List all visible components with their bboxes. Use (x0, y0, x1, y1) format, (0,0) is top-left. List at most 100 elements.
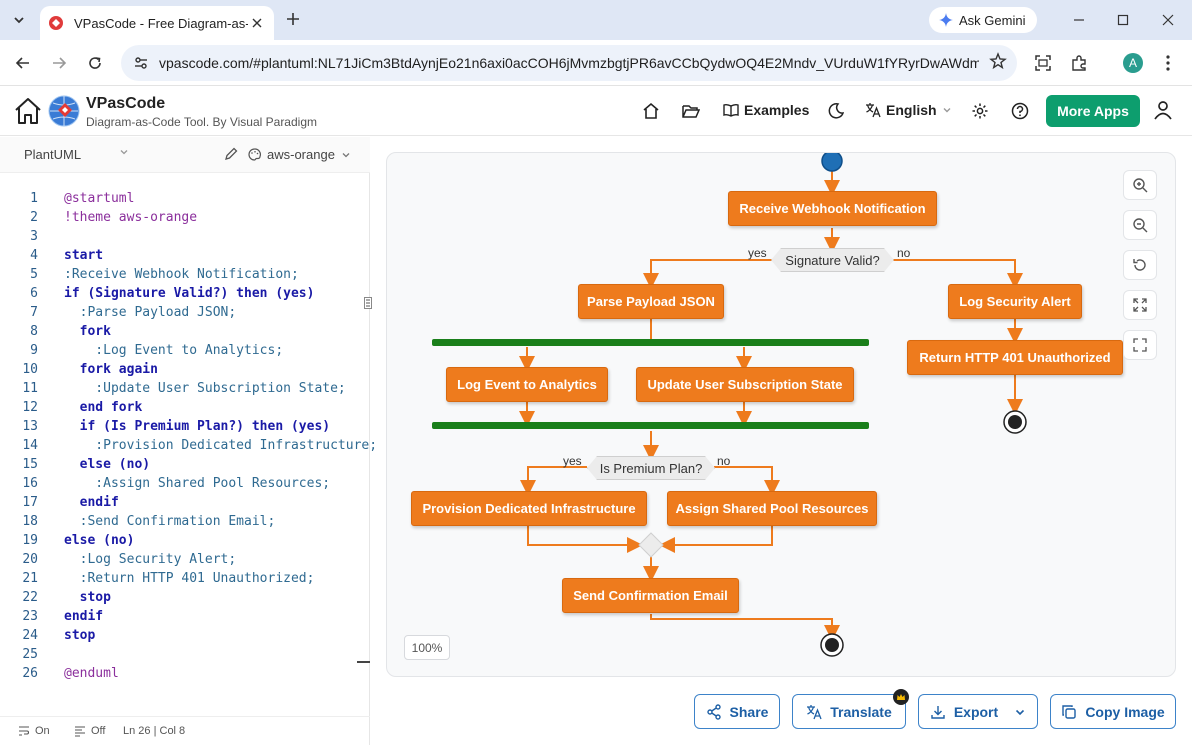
activity-parse[interactable]: Parse Payload JSON (578, 284, 724, 319)
diagram-canvas[interactable]: Receive Webhook Notification Signature V… (386, 152, 1176, 677)
end-node (820, 633, 844, 657)
close-window-button[interactable] (1154, 6, 1182, 34)
pane-splitter-handle[interactable] (364, 296, 374, 310)
code-line[interactable]: 2 !theme aws-orange (0, 208, 370, 227)
code-line[interactable]: 12 end fork (0, 398, 370, 417)
code-line[interactable]: 18 :Send Confirmation Email; (0, 512, 370, 531)
code-line-text: :Log Event to Analytics; (64, 343, 284, 358)
translate-button[interactable]: Translate (792, 694, 906, 729)
more-apps-button[interactable]: More Apps (1046, 95, 1140, 127)
activity-assign[interactable]: Assign Shared Pool Resources (667, 491, 877, 526)
minimize-window-button[interactable] (1065, 6, 1093, 34)
activity-receive[interactable]: Receive Webhook Notification (728, 191, 937, 226)
activity-provision[interactable]: Provision Dedicated Infrastructure (411, 491, 647, 526)
activity-return-401[interactable]: Return HTTP 401 Unauthorized (907, 340, 1123, 375)
settings-button[interactable] (970, 101, 990, 121)
copy-image-button[interactable]: Copy Image (1050, 694, 1176, 729)
code-line[interactable]: 19 else (no) (0, 531, 370, 550)
reset-zoom-button[interactable] (1123, 250, 1157, 280)
browser-tab-active[interactable]: VPasCode - Free Diagram-as-Co (40, 6, 274, 40)
code-line[interactable]: 16 :Assign Shared Pool Resources; (0, 474, 370, 493)
code-line[interactable]: 11 :Update User Subscription State; (0, 379, 370, 398)
code-line[interactable]: 24 stop (0, 626, 370, 645)
profile-avatar[interactable]: A (1123, 53, 1143, 73)
pencil-icon (225, 147, 238, 160)
open-folder-button[interactable] (681, 101, 701, 121)
browser-menu-button[interactable] (1155, 50, 1181, 76)
code-line[interactable]: 14 :Provision Dedicated Infrastructure; (0, 436, 377, 455)
forward-button[interactable] (46, 50, 72, 76)
branch-label-yes: yes (563, 454, 582, 468)
code-line[interactable]: 15 else (no) (0, 455, 370, 474)
user-account-button[interactable] (1153, 100, 1173, 120)
extensions-button[interactable] (1066, 50, 1092, 76)
code-line[interactable]: 5:Receive Webhook Notification; (0, 265, 370, 284)
code-line[interactable]: 13 if (Is Premium Plan?) then (yes) (0, 417, 370, 436)
new-tab-button[interactable] (282, 8, 304, 30)
code-line[interactable]: 10 fork again (0, 360, 370, 379)
code-line[interactable]: 21 :Return HTTP 401 Unauthorized; (0, 569, 370, 588)
screen-capture-button[interactable] (1030, 50, 1056, 76)
diagram-language-select[interactable]: PlantUML (24, 147, 129, 162)
code-line[interactable]: 23 endif (0, 607, 370, 626)
code-line[interactable]: 3 (0, 227, 370, 246)
editor-status-bar: On Off Ln 26 | Col 8 (0, 716, 370, 745)
tab-search-button[interactable] (6, 7, 32, 33)
code-line-text: :Log Security Alert; (64, 552, 237, 567)
code-line-text: stop (64, 590, 111, 605)
code-line-text: :Return HTTP 401 Unauthorized; (64, 571, 315, 586)
activity-log-event[interactable]: Log Event to Analytics (446, 367, 608, 402)
address-bar[interactable]: vpascode.com/#plantuml:NL71JiCm3BtdAynjE… (121, 45, 1017, 81)
rotate-ccw-icon (1133, 259, 1146, 271)
edit-theme-button[interactable] (223, 146, 239, 165)
browser-tabstrip: VPasCode - Free Diagram-as-Co Ask Gemini (0, 0, 1192, 40)
line-number: 11 (22, 381, 38, 396)
reload-button[interactable] (82, 50, 108, 76)
dark-mode-toggle[interactable] (826, 101, 846, 121)
home-button[interactable] (13, 96, 43, 126)
share-icon (706, 703, 721, 720)
word-wrap-toggle[interactable]: On (18, 725, 50, 737)
maximize-icon (1117, 14, 1129, 26)
nav-home-button[interactable] (641, 101, 661, 121)
site-info-icon[interactable] (127, 49, 155, 77)
activity-send-email[interactable]: Send Confirmation Email (562, 578, 739, 613)
zoom-out-button[interactable] (1123, 210, 1157, 240)
code-line[interactable]: 6 if (Signature Valid?) then (yes) (0, 284, 370, 303)
examples-button[interactable]: Examples (723, 102, 809, 118)
bookmark-star-icon[interactable] (989, 52, 1007, 73)
share-button[interactable]: Share (694, 694, 780, 729)
arrow-right-icon (53, 57, 67, 69)
code-line[interactable]: 4 start (0, 246, 370, 265)
zoom-in-button[interactable] (1123, 170, 1157, 200)
maximize-window-button[interactable] (1109, 6, 1137, 34)
code-text-area[interactable]: 1 @startuml 2 !theme aws-orange 3 4 start 5:Rec… (0, 189, 377, 683)
code-line[interactable]: 25 (0, 645, 370, 664)
code-line[interactable]: 7 :Parse Payload JSON; (0, 303, 370, 322)
close-tab-icon[interactable] (248, 14, 266, 32)
decision-signature[interactable]: Signature Valid? (771, 248, 894, 272)
code-line[interactable]: 17 endif (0, 493, 370, 512)
decision-premium[interactable]: Is Premium Plan? (587, 456, 715, 480)
code-line[interactable]: 22 stop (0, 588, 370, 607)
code-line-text: :Provision Dedicated Infrastructure; (64, 438, 378, 453)
help-button[interactable] (1010, 101, 1030, 121)
minimap-toggle[interactable]: Off (74, 725, 105, 737)
theme-select[interactable]: aws-orange (248, 147, 351, 162)
code-line[interactable]: 8 fork (0, 322, 370, 341)
fit-to-screen-button[interactable] (1123, 290, 1157, 320)
code-line[interactable]: 1 @startuml (0, 189, 370, 208)
code-line[interactable]: 20 :Log Security Alert; (0, 550, 370, 569)
fullscreen-button[interactable] (1123, 330, 1157, 360)
back-button[interactable] (10, 50, 36, 76)
activity-update-subscription[interactable]: Update User Subscription State (636, 367, 854, 402)
reload-icon (89, 57, 101, 69)
export-button[interactable]: Export (918, 694, 1038, 729)
join-bar (432, 422, 869, 429)
plus-icon (287, 13, 299, 25)
code-line[interactable]: 26 @enduml (0, 664, 370, 683)
ask-gemini-button[interactable]: Ask Gemini (929, 7, 1037, 33)
activity-log-alert[interactable]: Log Security Alert (948, 284, 1082, 319)
language-selector[interactable]: English (865, 102, 952, 118)
code-line[interactable]: 9 :Log Event to Analytics; (0, 341, 370, 360)
